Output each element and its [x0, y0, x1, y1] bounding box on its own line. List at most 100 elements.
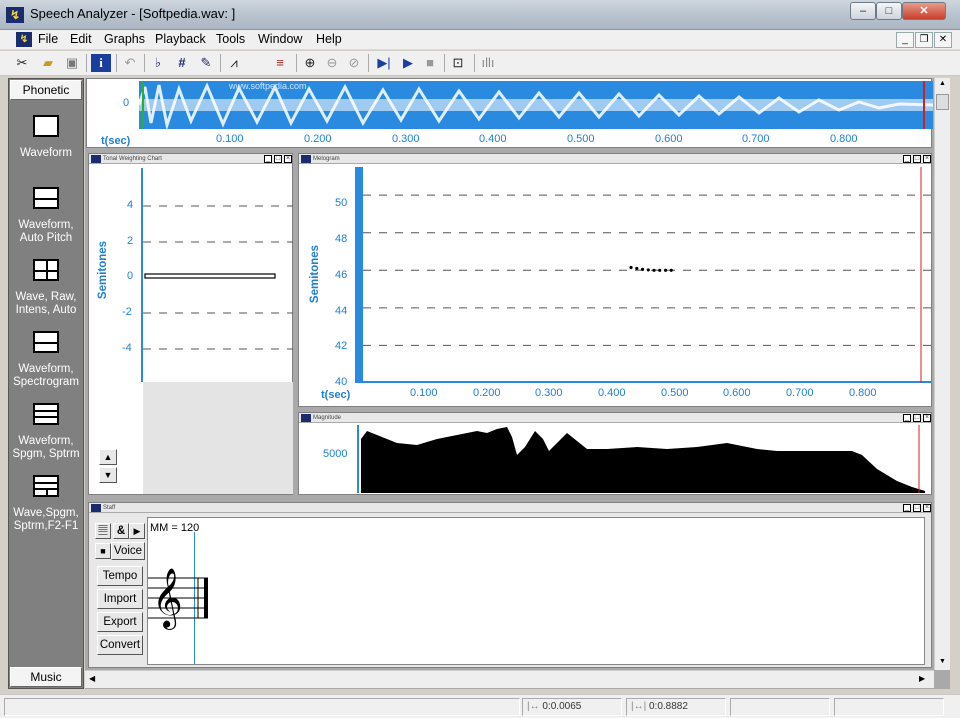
scroll-down-button[interactable]: ▼: [99, 467, 117, 483]
panel-titlebar: Tonal Weighting Chart _ □ ×: [89, 154, 292, 164]
edit-pitch-icon[interactable]: ✎: [196, 54, 216, 72]
scroll-right-icon[interactable]: ▶: [919, 674, 925, 683]
panel-maximize-button[interactable]: □: [913, 504, 921, 512]
mdi-minimize-button[interactable]: _: [896, 32, 914, 48]
sidebar-item-wave-spgm-sptrm-f2f1[interactable]: Wave,Spgm, Sptrm,F2-F1: [9, 475, 83, 533]
menu-help[interactable]: Help: [316, 32, 342, 46]
title-bar: ↯ Speech Analyzer - [Softpedia.wav: ] – …: [0, 0, 960, 30]
convert-button[interactable]: Convert: [97, 635, 143, 655]
sidebar-header-phonetic[interactable]: Phonetic: [10, 80, 82, 100]
status-message: [4, 698, 520, 716]
undo-icon[interactable]: ↶: [120, 54, 140, 72]
pitch-icon[interactable]: ♭: [148, 54, 168, 72]
ampersand-icon[interactable]: &: [113, 523, 129, 539]
panel-close-button[interactable]: ×: [923, 414, 931, 422]
graph-icon[interactable]: ⩘: [224, 54, 244, 72]
play-icon[interactable]: ▶: [398, 54, 418, 72]
panel-close-button[interactable]: ×: [284, 155, 292, 163]
voice-button[interactable]: Voice: [111, 542, 145, 560]
sidebar-item-label: Waveform, Spectrogram: [13, 363, 79, 388]
waveform-panel[interactable]: 0 www.softpedia.com t(sec) 0.100 0.200 0…: [86, 78, 933, 148]
panel-maximize-button[interactable]: □: [274, 155, 282, 163]
play-icon[interactable]: ▶: [129, 523, 145, 539]
waveform-x-tick: 0.500: [567, 133, 595, 145]
panel-close-button[interactable]: ×: [923, 155, 931, 163]
menu-edit[interactable]: Edit: [70, 32, 92, 46]
staff-icon[interactable]: 𝄚: [95, 523, 111, 539]
panel-minimize-button[interactable]: _: [903, 414, 911, 422]
status-bar: |↔ 0:0.0065 |↔| 0:0.8882: [0, 694, 960, 718]
waveform-x-tick: 0.400: [479, 133, 507, 145]
colors-icon[interactable]: ≡: [270, 54, 290, 72]
sidebar-footer-music[interactable]: Music: [10, 667, 82, 687]
tonal-y-tick: -2: [122, 306, 132, 318]
hash-icon[interactable]: #: [172, 54, 192, 72]
sidebar-item-wave-raw-intens-auto[interactable]: Wave, Raw, Intens, Auto: [9, 259, 83, 317]
waveform-icon[interactable]: ıllı: [478, 54, 498, 72]
scroll-up-icon[interactable]: ▲: [936, 80, 949, 90]
staff-panel[interactable]: Staff _ □ × 𝄚 & ▶ ■ Voice Tempo Import E…: [88, 502, 932, 668]
status-field-empty: [730, 698, 830, 716]
menu-file[interactable]: File: [38, 32, 58, 46]
play-to-end-icon[interactable]: ▶|: [374, 54, 394, 72]
open-folder-icon[interactable]: ▰: [38, 54, 58, 72]
sidebar-item-waveform-spectrogram[interactable]: Waveform, Spectrogram: [9, 331, 83, 389]
vertical-scrollbar[interactable]: ▲ ▼: [934, 78, 950, 670]
panel-titlebar: Melogram _ □ ×: [299, 154, 931, 164]
menu-window[interactable]: Window: [258, 32, 302, 46]
sidebar-item-waveform[interactable]: Waveform: [9, 115, 83, 160]
staff-editor[interactable]: MM = 120 𝄞: [147, 517, 925, 665]
info-icon[interactable]: i: [91, 54, 111, 72]
waveform-plot[interactable]: www.softpedia.com: [139, 81, 933, 129]
menu-playback[interactable]: Playback: [155, 32, 206, 46]
menu-tools[interactable]: Tools: [216, 32, 245, 46]
close-button[interactable]: ✕: [902, 2, 946, 20]
waveform-x-tick: 0.200: [304, 133, 332, 145]
panel-minimize-button[interactable]: _: [264, 155, 272, 163]
menu-graphs[interactable]: Graphs: [104, 32, 145, 46]
melogram-panel[interactable]: Melogram _ □ × Semitones 50 48 46 44 42 …: [298, 153, 932, 407]
tempo-button[interactable]: Tempo: [97, 566, 143, 586]
melogram-plot[interactable]: [363, 167, 931, 383]
melogram-y-label: Semitones: [309, 244, 321, 304]
sidebar-item-waveform-auto-pitch[interactable]: Waveform, Auto Pitch: [9, 187, 83, 245]
panel-minimize-button[interactable]: _: [903, 155, 911, 163]
scissors-icon[interactable]: ✂: [12, 54, 32, 72]
horizontal-scrollbar[interactable]: ◀ ▶: [85, 670, 934, 688]
magnitude-panel[interactable]: Magnitude _ □ × 5000: [298, 412, 932, 495]
scroll-left-icon[interactable]: ◀: [89, 674, 95, 683]
waveform-x-tick: 0.700: [742, 133, 770, 145]
zoom-fit-icon[interactable]: ⊘: [344, 54, 364, 72]
status-cursor-start: |↔ 0:0.0065: [522, 698, 622, 716]
tonal-plot: [143, 168, 293, 382]
melogram-y-tick: 50: [335, 197, 348, 209]
scroll-up-button[interactable]: ▲: [99, 449, 117, 465]
import-button[interactable]: Import: [97, 589, 143, 609]
panel-maximize-button[interactable]: □: [913, 155, 921, 163]
document-icon[interactable]: ↯: [16, 32, 32, 47]
tape-icon[interactable]: ⊡: [448, 54, 468, 72]
export-button[interactable]: Export: [97, 612, 143, 632]
tonal-y-tick: 0: [127, 270, 134, 282]
status-cursor-end: |↔| 0:0.8882: [626, 698, 726, 716]
melogram-y-tick: 42: [335, 340, 348, 352]
sidebar-item-label: Wave,Spgm, Sptrm,F2-F1: [13, 507, 79, 532]
stop-icon[interactable]: ■: [95, 543, 111, 559]
zoom-out-icon[interactable]: ⊖: [322, 54, 342, 72]
restore-button[interactable]: □: [876, 2, 902, 20]
sidebar-item-waveform-spgm-sptrm[interactable]: Waveform, Spgm, Sptrm: [9, 403, 83, 461]
waveform-x-tick: 0.600: [655, 133, 683, 145]
minimize-button[interactable]: –: [850, 2, 876, 20]
tonal-weighting-panel[interactable]: Tonal Weighting Chart _ □ × Semitones 4 …: [88, 153, 293, 495]
save-icon[interactable]: ▣: [62, 54, 82, 72]
panel-minimize-button[interactable]: _: [903, 504, 911, 512]
mdi-close-button[interactable]: ✕: [934, 32, 952, 48]
cursor-end-icon: |↔|: [631, 701, 647, 712]
panel-maximize-button[interactable]: □: [913, 414, 921, 422]
scroll-down-icon[interactable]: ▼: [936, 658, 949, 668]
panel-close-button[interactable]: ×: [923, 504, 931, 512]
stop-icon[interactable]: ■: [420, 54, 440, 72]
scrollbar-thumb[interactable]: [936, 94, 949, 110]
mdi-restore-button[interactable]: ❐: [915, 32, 933, 48]
zoom-in-icon[interactable]: ⊕: [300, 54, 320, 72]
